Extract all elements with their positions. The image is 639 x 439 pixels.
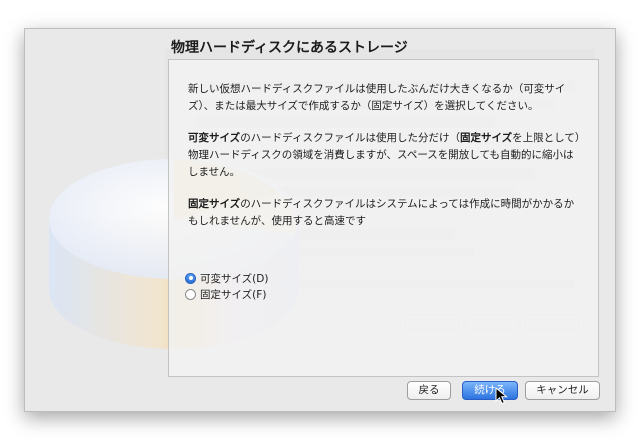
content-panel: 新しい仮想ハードディスクファイルは使用したぶんだけ大きくなるか（可変サイズ）、ま…	[168, 59, 599, 377]
fixed-size-term-inline: 固定サイズ	[459, 132, 513, 144]
fixed-size-description: 固定サイズのハードディスクファイルはシステムによっては作成に時間がかかるかもしれ…	[188, 196, 582, 230]
dynamic-size-text-a: のハードディスクファイルは使用した分だけ（	[240, 132, 460, 144]
radio-checked-icon[interactable]	[185, 272, 196, 284]
back-button[interactable]: 戻る	[407, 381, 451, 400]
radio-dynamic-size-label: 可変サイズ(D)	[200, 272, 269, 285]
fixed-size-term: 固定サイズ	[188, 198, 241, 210]
storage-dialog: 物理ハードディスクにあるストレージ 新しい仮想ハードディスクファイルは使用したぶ…	[24, 28, 616, 412]
dynamic-size-term: 可変サイズ	[188, 132, 241, 144]
cancel-button[interactable]: キャンセル	[525, 381, 600, 400]
continue-button[interactable]: 続ける	[462, 381, 518, 400]
intro-paragraph: 新しい仮想ハードディスクファイルは使用したぶんだけ大きくなるか（可変サイズ）、ま…	[188, 83, 566, 112]
dynamic-size-description: 可変サイズのハードディスクファイルは使用した分だけ（固定サイズを上限として）物理…	[188, 130, 582, 181]
fixed-size-text: のハードディスクファイルはシステムによっては作成に時間がかかるかもしれませんが、…	[188, 198, 575, 227]
radio-fixed-size[interactable]: 固定サイズ(F)	[185, 286, 266, 302]
dialog-title: 物理ハードディスクにあるストレージ	[171, 40, 408, 56]
radio-dynamic-size[interactable]: 可変サイズ(D)	[185, 270, 268, 286]
radio-unchecked-icon[interactable]	[185, 288, 196, 300]
radio-fixed-size-label: 固定サイズ(F)	[200, 288, 267, 301]
mouse-pointer-icon	[495, 387, 508, 405]
